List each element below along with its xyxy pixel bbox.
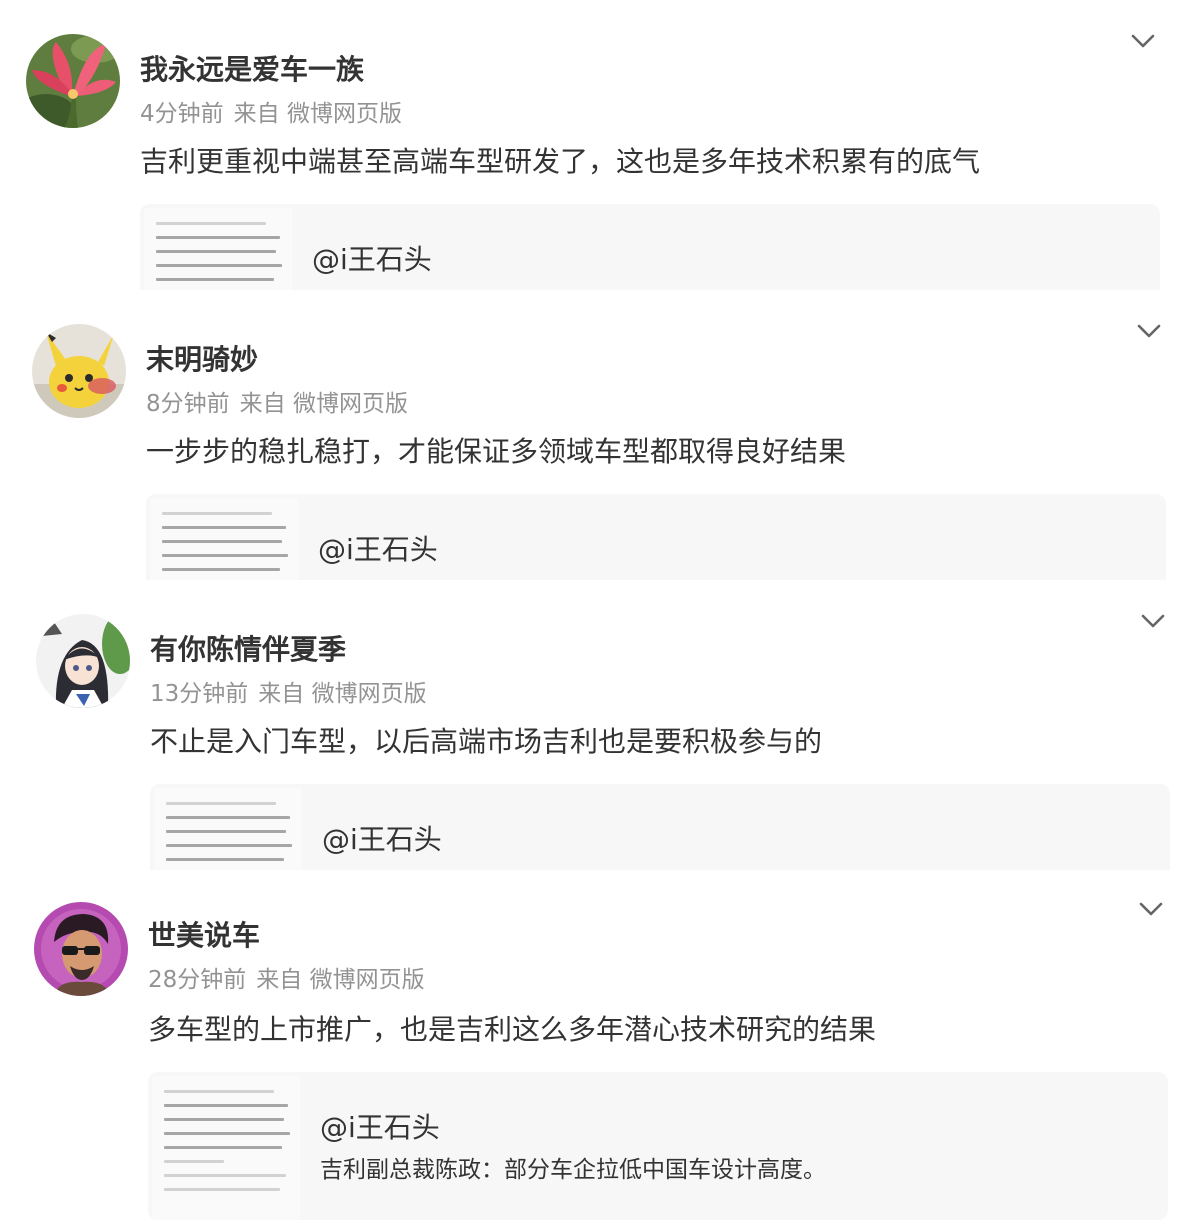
article-card[interactable]: @i王石头 xyxy=(140,204,1160,290)
comment-item: 我永远是爱车一族 4分钟前 来自 微博网页版 吉利更重视中端甚至高端车型研发了，这… xyxy=(0,0,1200,290)
chevron-down-icon xyxy=(1139,902,1163,916)
article-thumbnail xyxy=(154,788,302,870)
comment-item: 末明骑妙 8分钟前 来自 微博网页版 一步步的稳扎稳打，才能保证多领域车型都取得良… xyxy=(0,290,1200,580)
article-thumbnail xyxy=(152,1076,300,1220)
article-card-title: @i王石头 xyxy=(322,823,442,856)
comment-item: 有你陈情伴夏季 13分钟前 来自 微博网页版 不止是入门车型，以后高端市场吉利也是… xyxy=(0,580,1200,870)
post-meta: 4分钟前 来自 微博网页版 xyxy=(140,98,412,130)
post-time[interactable]: 4分钟前 xyxy=(140,101,224,127)
comment-text: 不止是入门车型，以后高端市场吉利也是要积极参与的 xyxy=(150,725,823,758)
username[interactable]: 我永远是爱车一族 xyxy=(140,52,364,88)
pink-flower-avatar-icon xyxy=(26,34,120,128)
article-card-description: 吉利副总裁陈政：部分车企拉低中国车设计高度。 xyxy=(320,1157,826,1183)
chevron-down-icon xyxy=(1131,34,1155,48)
anime-girl-avatar-icon xyxy=(36,614,130,708)
post-meta: 28分钟前 来自 微博网页版 xyxy=(148,964,435,996)
article-card-title: @i王石头 xyxy=(318,533,438,566)
user-avatar[interactable] xyxy=(34,902,128,996)
comment-text: 一步步的稳扎稳打，才能保证多领域车型都取得良好结果 xyxy=(146,435,847,468)
article-card-title: @i王石头 xyxy=(312,243,432,276)
user-avatar[interactable] xyxy=(36,614,130,708)
user-avatar[interactable] xyxy=(26,34,120,128)
chevron-down-icon xyxy=(1141,614,1165,628)
more-options-button[interactable] xyxy=(1136,604,1170,638)
chevron-down-icon xyxy=(1137,324,1161,338)
article-thumbnail xyxy=(150,498,298,580)
post-time[interactable]: 8分钟前 xyxy=(146,391,230,417)
username[interactable]: 末明骑妙 xyxy=(146,342,258,378)
comment-item: 世美说车 28分钟前 来自 微博网页版 多车型的上市推广，也是吉利这么多年潜心技术… xyxy=(0,868,1200,1224)
comment-text: 吉利更重视中端甚至高端车型研发了，这也是多年技术积累有的底气 xyxy=(140,145,981,178)
post-time[interactable]: 13分钟前 xyxy=(150,681,248,707)
post-meta: 8分钟前 来自 微博网页版 xyxy=(146,388,418,420)
sunglasses-man-avatar-icon xyxy=(34,902,128,996)
comment-text: 多车型的上市推广，也是吉利这么多年潜心技术研究的结果 xyxy=(148,1013,877,1046)
username[interactable]: 有你陈情伴夏季 xyxy=(150,632,346,668)
user-avatar[interactable] xyxy=(32,324,126,418)
more-options-button[interactable] xyxy=(1132,314,1166,348)
post-source: 来自 微博网页版 xyxy=(233,101,402,127)
post-source: 来自 微博网页版 xyxy=(239,391,408,417)
username[interactable]: 世美说车 xyxy=(148,918,260,954)
post-meta: 13分钟前 来自 微博网页版 xyxy=(150,678,437,710)
more-options-button[interactable] xyxy=(1134,892,1168,926)
article-card[interactable]: @i王石头 吉利副总裁陈政：部分车企拉低中国车设计高度。 xyxy=(148,1072,1168,1220)
article-thumbnail xyxy=(144,208,292,290)
article-card[interactable]: @i王石头 xyxy=(146,494,1166,580)
article-card[interactable]: @i王石头 xyxy=(150,784,1170,870)
post-source: 来自 微博网页版 xyxy=(256,967,425,993)
post-time[interactable]: 28分钟前 xyxy=(148,967,246,993)
article-card-title: @i王石头 xyxy=(320,1111,440,1144)
pikachu-avatar-icon xyxy=(32,324,126,418)
more-options-button[interactable] xyxy=(1126,24,1160,58)
post-source: 来自 微博网页版 xyxy=(258,681,427,707)
